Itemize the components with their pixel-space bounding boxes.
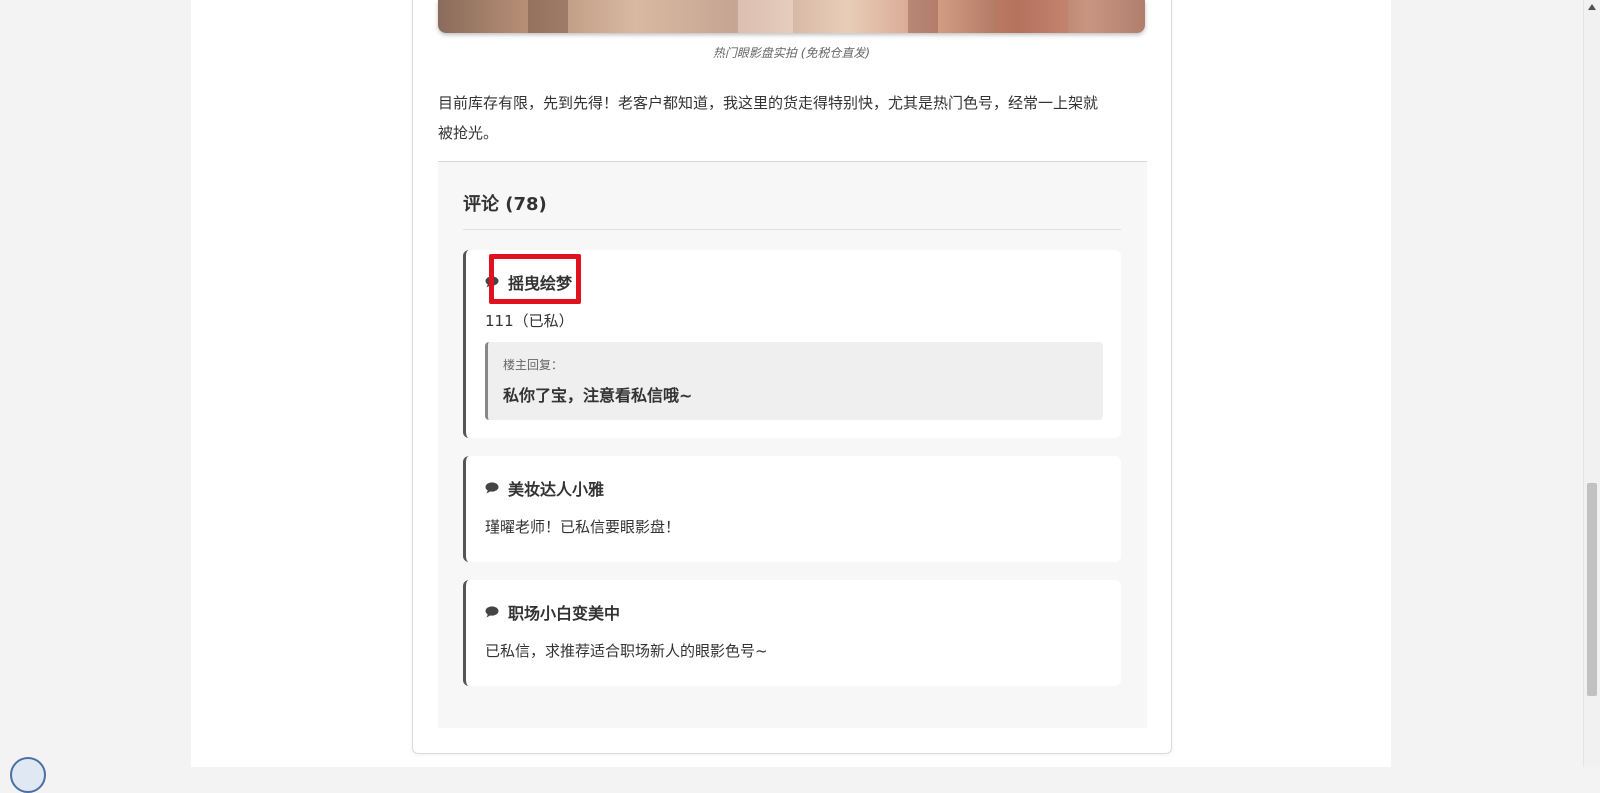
comment-header: 美妆达人小雅 xyxy=(485,476,604,500)
article-body-line: 目前库存有限，先到先得！老客户都知道，我这里的货走得特别快，尤其是热门色号，经常… xyxy=(438,94,1099,112)
author-reply: 楼主回复： 私你了宝，注意看私信哦~ xyxy=(485,342,1103,420)
reply-text: 私你了宝，注意看私信哦~ xyxy=(503,386,693,405)
article-body-line: 被抢光。 xyxy=(438,124,499,142)
floating-widget-icon[interactable] xyxy=(10,757,46,793)
comment-item: 美妆达人小雅 瑾曜老师！已私信要眼影盘！ xyxy=(463,456,1121,562)
comment-text: 已私信，求推荐适合职场新人的眼影色号~ xyxy=(485,642,768,660)
speech-bubble-icon xyxy=(485,606,499,618)
speech-bubble-icon xyxy=(485,482,499,494)
comment-text: 瑾曜老师！已私信要眼影盘！ xyxy=(485,518,681,536)
comment-header: 职场小白变美中 xyxy=(485,600,620,624)
comment-author[interactable]: 美妆达人小雅 xyxy=(508,476,604,500)
reply-label: 楼主回复： xyxy=(503,358,564,372)
highlight-annotation-box xyxy=(489,254,581,304)
article-body: 目前库存有限，先到先得！老客户都知道，我这里的货走得特别快，尤其是热门色号，经常… xyxy=(438,88,1150,148)
vertical-scrollbar[interactable] xyxy=(1583,0,1600,767)
scrollbar-thumb[interactable] xyxy=(1587,483,1597,696)
comments-title: 评论 (78) xyxy=(463,194,547,215)
comment-item: 职场小白变美中 已私信，求推荐适合职场新人的眼影色号~ xyxy=(463,580,1121,686)
comments-title-divider xyxy=(463,229,1121,230)
comments-section: 评论 (78) 摇曳绘梦 111（已私） 楼主回复： 私你了宝，注意看私信哦~ … xyxy=(438,162,1147,728)
image-caption: 热门眼影盘实拍 (免税仓直发) xyxy=(712,46,871,60)
comment-author[interactable]: 职场小白变美中 xyxy=(508,600,620,624)
comment-text: 111（已私） xyxy=(485,312,574,330)
eyeshadow-photo xyxy=(438,0,1145,33)
scroll-up-arrow-icon[interactable] xyxy=(1588,4,1596,10)
